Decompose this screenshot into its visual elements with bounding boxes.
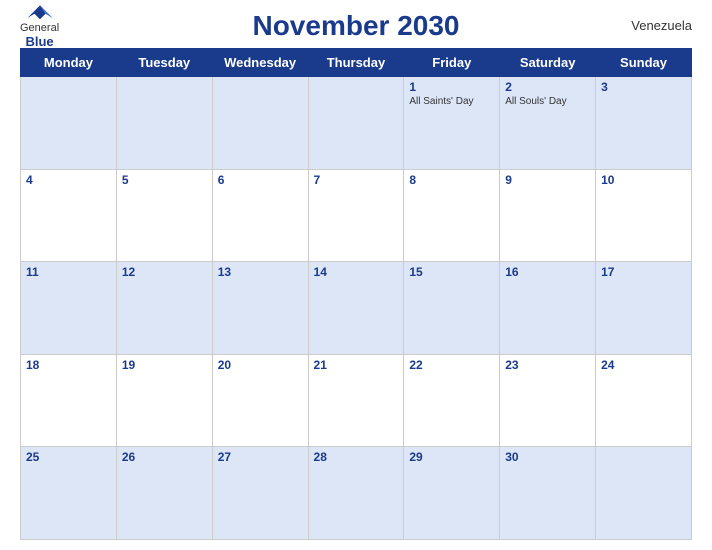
day-number: 11 xyxy=(26,265,111,279)
calendar-cell xyxy=(116,77,212,170)
day-number: 29 xyxy=(409,450,494,464)
day-number: 24 xyxy=(601,358,686,372)
day-number: 8 xyxy=(409,173,494,187)
calendar-cell: 30 xyxy=(500,447,596,540)
week-row-2: 11 12 13 14 15 16 17 xyxy=(21,262,692,355)
day-number: 14 xyxy=(314,265,399,279)
logo-blue-text: Blue xyxy=(25,34,53,49)
calendar-cell: 12 xyxy=(116,262,212,355)
calendar-cell: 9 xyxy=(500,169,596,262)
calendar-header: General Blue November 2030 Venezuela xyxy=(20,10,692,42)
calendar-cell: 27 xyxy=(212,447,308,540)
week-row-4: 25 26 27 28 29 30 xyxy=(21,447,692,540)
day-number: 28 xyxy=(314,450,399,464)
day-number: 7 xyxy=(314,173,399,187)
weekday-monday: Monday xyxy=(21,49,117,77)
holiday-name: All Souls' Day xyxy=(505,96,590,107)
calendar-cell: 18 xyxy=(21,354,117,447)
day-number: 10 xyxy=(601,173,686,187)
day-number: 22 xyxy=(409,358,494,372)
week-row-3: 18 19 20 21 22 23 24 xyxy=(21,354,692,447)
calendar-table: MondayTuesdayWednesdayThursdayFridaySatu… xyxy=(20,48,692,540)
calendar-cell: 8 xyxy=(404,169,500,262)
calendar-cell: 7 xyxy=(308,169,404,262)
day-number: 30 xyxy=(505,450,590,464)
holiday-name: All Saints' Day xyxy=(409,96,494,107)
calendar-cell: 4 xyxy=(21,169,117,262)
calendar-cell: 3 xyxy=(596,77,692,170)
calendar-cell: 2 All Souls' Day xyxy=(500,77,596,170)
logo-icon xyxy=(26,4,54,22)
calendar-cell: 14 xyxy=(308,262,404,355)
day-number: 9 xyxy=(505,173,590,187)
calendar-cell: 29 xyxy=(404,447,500,540)
day-number: 6 xyxy=(218,173,303,187)
calendar-body: 1 All Saints' Day 2 All Souls' Day 3 456789 10… xyxy=(21,77,692,540)
calendar-cell xyxy=(21,77,117,170)
calendar-cell: 15 xyxy=(404,262,500,355)
calendar-cell: 26 xyxy=(116,447,212,540)
day-number: 3 xyxy=(601,80,686,94)
calendar-cell: 16 xyxy=(500,262,596,355)
day-number: 23 xyxy=(505,358,590,372)
calendar-cell xyxy=(596,447,692,540)
calendar-cell xyxy=(212,77,308,170)
calendar-cell: 10 xyxy=(596,169,692,262)
month-title: November 2030 xyxy=(252,10,459,42)
day-number: 1 xyxy=(409,80,494,94)
day-number: 17 xyxy=(601,265,686,279)
day-number: 18 xyxy=(26,358,111,372)
calendar-cell: 19 xyxy=(116,354,212,447)
calendar-cell: 21 xyxy=(308,354,404,447)
weekday-friday: Friday xyxy=(404,49,500,77)
calendar-cell xyxy=(308,77,404,170)
calendar-cell: 5 xyxy=(116,169,212,262)
calendar-cell: 6 xyxy=(212,169,308,262)
day-number: 26 xyxy=(122,450,207,464)
calendar-cell: 13 xyxy=(212,262,308,355)
logo-general-text: General xyxy=(20,22,59,34)
calendar-cell: 20 xyxy=(212,354,308,447)
calendar-cell: 17 xyxy=(596,262,692,355)
weekday-thursday: Thursday xyxy=(308,49,404,77)
week-row-1: 456789 10 xyxy=(21,169,692,262)
week-row-0: 1 All Saints' Day 2 All Souls' Day 3 xyxy=(21,77,692,170)
calendar-header-row: MondayTuesdayWednesdayThursdayFridaySatu… xyxy=(21,49,692,77)
logo: General Blue xyxy=(20,4,59,49)
day-number: 25 xyxy=(26,450,111,464)
calendar-cell: 28 xyxy=(308,447,404,540)
day-number: 20 xyxy=(218,358,303,372)
calendar-cell: 22 xyxy=(404,354,500,447)
day-number: 16 xyxy=(505,265,590,279)
day-number: 12 xyxy=(122,265,207,279)
day-number: 27 xyxy=(218,450,303,464)
weekday-sunday: Sunday xyxy=(596,49,692,77)
day-number: 21 xyxy=(314,358,399,372)
day-number: 2 xyxy=(505,80,590,94)
calendar-cell: 25 xyxy=(21,447,117,540)
day-number: 13 xyxy=(218,265,303,279)
calendar-cell: 23 xyxy=(500,354,596,447)
weekday-saturday: Saturday xyxy=(500,49,596,77)
weekday-header-row: MondayTuesdayWednesdayThursdayFridaySatu… xyxy=(21,49,692,77)
calendar-cell: 24 xyxy=(596,354,692,447)
country-label: Venezuela xyxy=(631,18,692,33)
day-number: 19 xyxy=(122,358,207,372)
calendar-cell: 1 All Saints' Day xyxy=(404,77,500,170)
day-number: 4 xyxy=(26,173,111,187)
day-number: 15 xyxy=(409,265,494,279)
weekday-wednesday: Wednesday xyxy=(212,49,308,77)
day-number: 5 xyxy=(122,173,207,187)
weekday-tuesday: Tuesday xyxy=(116,49,212,77)
calendar-cell: 11 xyxy=(21,262,117,355)
